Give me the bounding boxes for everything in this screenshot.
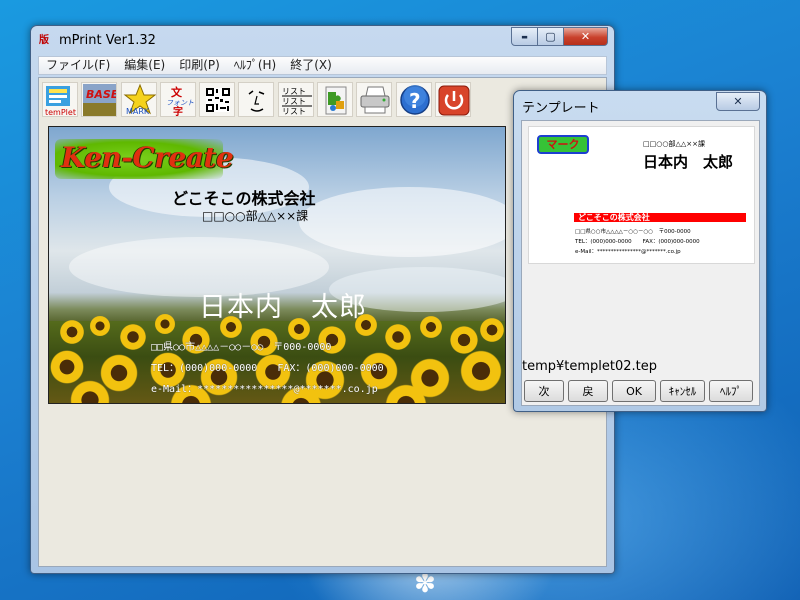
template-icon: temPlet bbox=[45, 86, 76, 117]
qr-code-button[interactable] bbox=[199, 82, 236, 117]
base-icon: BASE bbox=[83, 84, 117, 116]
face-drawing-icon bbox=[249, 90, 265, 112]
qr-code-icon bbox=[206, 88, 231, 112]
printer-icon bbox=[360, 86, 390, 114]
help-icon: ? bbox=[399, 85, 430, 115]
maximize-icon: ▢ bbox=[545, 30, 556, 43]
next-button[interactable]: 次 bbox=[524, 380, 564, 402]
back-button[interactable]: 戻 bbox=[568, 380, 608, 402]
toolbar: temPlet BASE MARK 文 フォント 字 リスト リスト リスト ? bbox=[42, 82, 474, 118]
mark-label: MARK bbox=[126, 107, 150, 116]
card-email: e-Mail：****************@*******.co.jp bbox=[151, 384, 378, 395]
svg-text:文: 文 bbox=[171, 85, 183, 99]
template-preview: マーク □□○○部△△××課 日本内 太郎 どこそこの株式会社 □□県○○市△△… bbox=[528, 126, 755, 264]
drawing-button[interactable] bbox=[238, 82, 275, 117]
svg-text:リスト: リスト bbox=[282, 107, 306, 116]
minimize-icon: ▬ bbox=[521, 32, 528, 41]
help-dialog-button[interactable]: ﾍﾙﾌﾟ bbox=[709, 380, 753, 402]
menu-print[interactable]: 印刷(P) bbox=[172, 57, 227, 74]
ok-button[interactable]: OK bbox=[612, 380, 656, 402]
company-logo: Ken-Create bbox=[61, 141, 234, 174]
mark-icon: MARK bbox=[123, 83, 156, 116]
help-label: ? bbox=[409, 89, 421, 113]
power-icon bbox=[438, 85, 470, 116]
template-company-name: どこそこの株式会社 bbox=[574, 213, 746, 222]
caption-buttons: ▬ ▢ ✕ bbox=[511, 27, 608, 46]
base-label: BASE bbox=[86, 88, 117, 101]
card-phone-fax: TEL：(000)000-0000 FAX：(000)000-0000 bbox=[151, 363, 384, 374]
close-icon: ✕ bbox=[733, 95, 743, 108]
template-mark: マーク bbox=[537, 135, 589, 154]
cancel-button[interactable]: ｷｬﾝｾﾙ bbox=[660, 380, 705, 402]
help-button[interactable]: ? bbox=[395, 82, 432, 117]
svg-text:フォント: フォント bbox=[166, 99, 194, 107]
template-address: □□県○○市△△△△－○○－○○ 〒000-0000 bbox=[575, 229, 691, 235]
svg-text:字: 字 bbox=[173, 105, 183, 117]
template-email: e-Mail：****************@*******.co.jp bbox=[575, 249, 681, 255]
mark-button[interactable]: MARK bbox=[120, 82, 157, 117]
menu-help[interactable]: ﾍﾙﾌﾟ(H) bbox=[227, 57, 283, 74]
template-button-row: 次 戻 OK ｷｬﾝｾﾙ ﾍﾙﾌﾟ bbox=[524, 380, 753, 402]
menu-bar: ファイル(F) 編集(E) 印刷(P) ﾍﾙﾌﾟ(H) 終了(X) bbox=[38, 56, 607, 75]
cloud bbox=[299, 187, 505, 257]
template-dialog: テンプレート ✕ マーク □□○○部△△××課 日本内 太郎 どこそこの株式会社… bbox=[513, 90, 767, 412]
maximize-button[interactable]: ▢ bbox=[538, 27, 564, 46]
menu-file[interactable]: ファイル(F) bbox=[39, 57, 117, 74]
template-person-name: 日本内 太郎 bbox=[643, 153, 734, 171]
window-title: mPrint Ver1.32 bbox=[59, 33, 156, 48]
minimize-button[interactable]: ▬ bbox=[511, 27, 538, 46]
print-button[interactable] bbox=[356, 82, 393, 117]
title-bar[interactable]: 版 mPrint Ver1.32 ▬ ▢ ✕ bbox=[31, 26, 614, 54]
template-label: temPlet bbox=[45, 108, 76, 117]
card-address: □□県○○市△△△△－○○－○○ 〒000-0000 bbox=[151, 342, 332, 353]
puzzle-button[interactable] bbox=[317, 82, 354, 117]
svg-text:リスト: リスト bbox=[282, 97, 306, 106]
template-file-path: temp¥templet02.tep bbox=[522, 359, 658, 374]
list-icon: リスト リスト リスト bbox=[281, 87, 312, 116]
exit-button[interactable] bbox=[434, 82, 471, 117]
font-text-icon: 文 フォント 字 bbox=[166, 85, 194, 117]
business-card-preview[interactable]: Ken-Create どこそこの株式会社 □□○○部△△××課 日本内 太郎 □… bbox=[48, 126, 506, 404]
close-button[interactable]: ✕ bbox=[564, 27, 608, 46]
card-person-name: 日本内 太郎 bbox=[199, 292, 367, 323]
template-phone-fax: TEL：(000)000-0000 FAX：(000)000-0000 bbox=[575, 239, 700, 245]
menu-edit[interactable]: 編集(E) bbox=[117, 57, 172, 74]
svg-text:リスト: リスト bbox=[282, 87, 306, 96]
list-button[interactable]: リスト リスト リスト bbox=[277, 82, 314, 117]
template-close-button[interactable]: ✕ bbox=[716, 92, 760, 111]
app-icon: 版 bbox=[39, 35, 49, 46]
puzzle-icon bbox=[325, 86, 347, 115]
template-dialog-title[interactable]: テンプレート bbox=[522, 97, 600, 116]
template-button[interactable]: temPlet bbox=[42, 82, 78, 117]
template-dialog-body: マーク □□○○部△△××課 日本内 太郎 どこそこの株式会社 □□県○○市△△… bbox=[521, 120, 760, 406]
base-button[interactable]: BASE bbox=[81, 82, 118, 117]
close-icon: ✕ bbox=[580, 30, 591, 43]
card-company-name: どこそこの株式会社 bbox=[172, 189, 316, 208]
font-button[interactable]: 文 フォント 字 bbox=[159, 82, 196, 117]
menu-exit[interactable]: 終了(X) bbox=[283, 57, 339, 74]
card-department: □□○○部△△××課 bbox=[202, 209, 309, 223]
template-department: □□○○部△△××課 bbox=[643, 140, 705, 148]
